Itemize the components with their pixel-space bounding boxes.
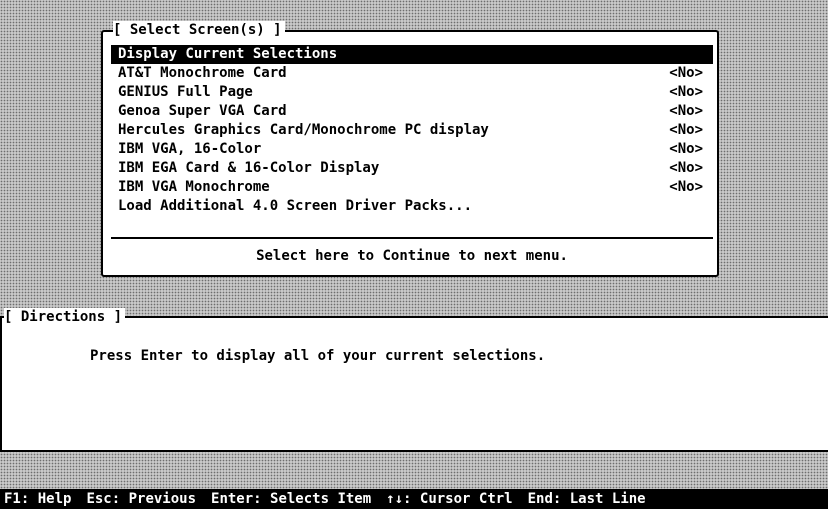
screen-list: Display Current Selections AT&T Monochro… bbox=[111, 45, 713, 216]
list-item-label: Load Additional 4.0 Screen Driver Packs.… bbox=[118, 198, 473, 214]
list-item-hercules-graphics-card[interactable]: Hercules Graphics Card/Monochrome PC dis… bbox=[111, 121, 713, 140]
select-screens-dialog: [ Select Screen(s) ] Display Current Sel… bbox=[101, 21, 719, 277]
list-item-ibm-ega-card[interactable]: IBM EGA Card & 16-Color Display <No> bbox=[111, 159, 713, 178]
list-item-label: AT&T Monochrome Card bbox=[118, 65, 287, 81]
list-item-ibm-vga-16-color[interactable]: IBM VGA, 16-Color <No> bbox=[111, 140, 713, 159]
help-key-hint[interactable]: F1: Help bbox=[4, 489, 71, 509]
last-line-key-hint[interactable]: End: Last Line bbox=[528, 489, 646, 509]
previous-key-hint[interactable]: Esc: Previous bbox=[86, 489, 196, 509]
list-item-load-additional-drivers[interactable]: Load Additional 4.0 Screen Driver Packs.… bbox=[111, 197, 713, 216]
directions-title: [ Directions ] bbox=[4, 308, 126, 326]
continue-button[interactable]: Select here to Continue to next menu. bbox=[111, 245, 713, 267]
select-item-key-hint[interactable]: Enter: Selects Item bbox=[211, 489, 371, 509]
list-item-ibm-vga-monochrome[interactable]: IBM VGA Monochrome <No> bbox=[111, 178, 713, 197]
list-item-label: GENIUS Full Page bbox=[118, 84, 253, 100]
list-divider bbox=[111, 237, 713, 239]
list-item-label: IBM VGA Monochrome bbox=[118, 179, 270, 195]
list-item-label: Genoa Super VGA Card bbox=[118, 103, 287, 119]
list-item-label: Display Current Selections bbox=[118, 46, 338, 62]
list-item-att-monochrome-card[interactable]: AT&T Monochrome Card <No> bbox=[111, 64, 713, 83]
directions-panel: [ Directions ] Press Enter to display al… bbox=[0, 308, 828, 452]
list-item-display-current-selections[interactable]: Display Current Selections bbox=[111, 45, 713, 64]
directions-text: Press Enter to display all of your curre… bbox=[90, 348, 546, 364]
cursor-ctrl-key-hint[interactable]: ↑↓: Cursor Ctrl bbox=[386, 489, 512, 509]
list-item-value: <No> bbox=[669, 160, 703, 176]
list-item-value: <No> bbox=[669, 65, 703, 81]
list-item-value: <No> bbox=[669, 179, 703, 195]
dialog-title: [ Select Screen(s) ] bbox=[113, 21, 285, 39]
function-key-bar: F1: Help Esc: Previous Enter: Selects It… bbox=[0, 489, 828, 509]
list-item-label: Hercules Graphics Card/Monochrome PC dis… bbox=[118, 122, 489, 138]
list-item-value: <No> bbox=[669, 84, 703, 100]
list-item-label: IBM VGA, 16-Color bbox=[118, 141, 262, 157]
list-item-label: IBM EGA Card & 16-Color Display bbox=[118, 160, 380, 176]
list-item-genius-full-page[interactable]: GENIUS Full Page <No> bbox=[111, 83, 713, 102]
list-item-genoa-super-vga-card[interactable]: Genoa Super VGA Card <No> bbox=[111, 102, 713, 121]
list-item-value: <No> bbox=[669, 103, 703, 119]
list-item-value: <No> bbox=[669, 141, 703, 157]
list-item-value: <No> bbox=[669, 122, 703, 138]
